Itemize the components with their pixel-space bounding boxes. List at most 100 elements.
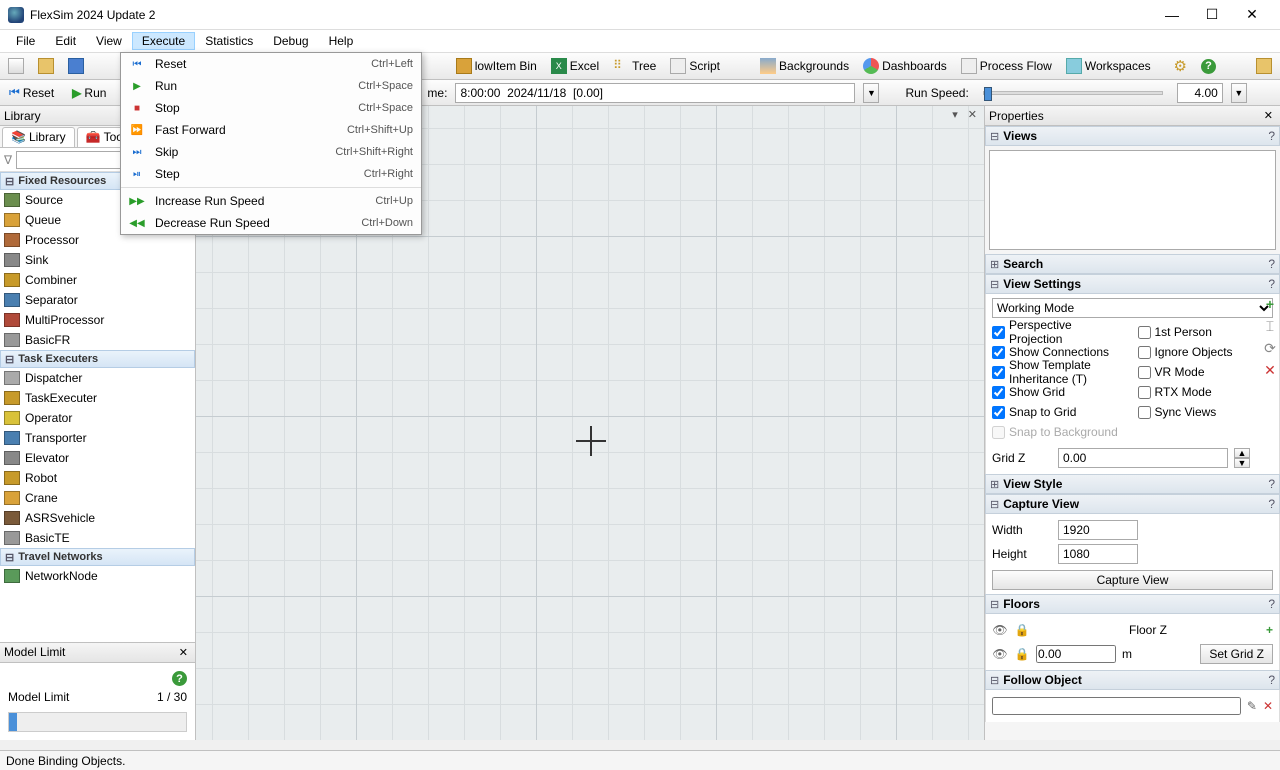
check--st-person[interactable]: 1st Person bbox=[1138, 322, 1274, 342]
clear-follow-icon[interactable]: ✕ bbox=[1263, 699, 1273, 713]
model-limit-label: Model Limit bbox=[8, 690, 69, 704]
check-vr-mode[interactable]: VR Mode bbox=[1138, 362, 1274, 382]
speed-dropdown[interactable]: ▼ bbox=[1231, 83, 1247, 103]
library-item-transporter[interactable]: Transporter bbox=[0, 428, 195, 448]
library-item-robot[interactable]: Robot bbox=[0, 468, 195, 488]
menu-item-increase-run-speed[interactable]: ▶▶Increase Run SpeedCtrl+Up bbox=[121, 190, 421, 212]
workspaces-button[interactable]: Workspaces bbox=[1062, 56, 1155, 76]
working-mode-select[interactable]: Working Mode bbox=[992, 298, 1273, 318]
menu-item-reset[interactable]: ⏮ResetCtrl+Left bbox=[121, 53, 421, 75]
process-flow-button[interactable]: Process Flow bbox=[957, 56, 1056, 76]
viewport-menu[interactable]: ▾ bbox=[949, 108, 961, 121]
close-button[interactable]: ✕ bbox=[1232, 6, 1272, 23]
library-item-multiprocessor[interactable]: MultiProcessor bbox=[0, 310, 195, 330]
script-button[interactable]: Script bbox=[666, 56, 724, 76]
section-follow-object[interactable]: Follow Object? bbox=[985, 670, 1280, 690]
menu-help[interactable]: Help bbox=[319, 32, 364, 50]
help-button[interactable]: ? bbox=[1197, 57, 1220, 76]
views-tool-icon[interactable]: ⌶ bbox=[1262, 318, 1278, 334]
model-limit-close[interactable]: ✕ bbox=[176, 646, 191, 659]
run-button[interactable]: ▶Run bbox=[67, 84, 111, 102]
properties-close[interactable]: ✕ bbox=[1261, 109, 1276, 122]
category-task-executers[interactable]: Task Executers bbox=[0, 350, 195, 368]
model-limit-help[interactable]: ? bbox=[172, 671, 187, 686]
capture-height-input[interactable] bbox=[1058, 544, 1138, 564]
viewport-close[interactable]: ✕ bbox=[965, 108, 980, 121]
run-time-input[interactable] bbox=[455, 83, 855, 103]
dashboards-button[interactable]: Dashboards bbox=[859, 56, 951, 76]
gridz-down[interactable]: ▼ bbox=[1234, 458, 1250, 468]
section-search[interactable]: Search? bbox=[985, 254, 1280, 274]
library-item-operator[interactable]: Operator bbox=[0, 408, 195, 428]
floor-visibility-icon[interactable]: 👁 bbox=[992, 623, 1008, 637]
floor-visibility-icon[interactable]: 👁 bbox=[992, 647, 1008, 661]
menu-statistics[interactable]: Statistics bbox=[195, 32, 263, 50]
library-item-combiner[interactable]: Combiner bbox=[0, 270, 195, 290]
time-dropdown[interactable]: ▼ bbox=[863, 83, 879, 103]
section-floors[interactable]: Floors? bbox=[985, 594, 1280, 614]
menu-view[interactable]: View bbox=[86, 32, 132, 50]
check-perspective-projection[interactable]: Perspective Projection bbox=[992, 322, 1128, 342]
floor-z-input[interactable] bbox=[1036, 645, 1116, 663]
gridz-input[interactable] bbox=[1058, 448, 1228, 468]
library-item-separator[interactable]: Separator bbox=[0, 290, 195, 310]
library-item-basicte[interactable]: BasicTE bbox=[0, 528, 195, 548]
panel-toggle-button[interactable] bbox=[1252, 56, 1276, 76]
library-item-sink[interactable]: Sink bbox=[0, 250, 195, 270]
section-capture-view[interactable]: Capture View? bbox=[985, 494, 1280, 514]
views-refresh-icon[interactable]: ⟳ bbox=[1262, 340, 1278, 356]
tab-library[interactable]: 📚Library bbox=[2, 127, 75, 147]
menu-edit[interactable]: Edit bbox=[45, 32, 86, 50]
section-view-settings[interactable]: View Settings? bbox=[985, 274, 1280, 294]
floor-lock-icon[interactable]: 🔒 bbox=[1014, 647, 1030, 661]
maximize-button[interactable]: ☐ bbox=[1192, 6, 1232, 23]
library-item-basicfr[interactable]: BasicFR bbox=[0, 330, 195, 350]
library-item-crane[interactable]: Crane bbox=[0, 488, 195, 508]
views-list[interactable] bbox=[989, 150, 1276, 250]
section-views[interactable]: Views? bbox=[985, 126, 1280, 146]
capture-view-button[interactable]: Capture View bbox=[992, 570, 1273, 590]
category-travel-networks[interactable]: Travel Networks bbox=[0, 548, 195, 566]
set-grid-z-button[interactable]: Set Grid Z bbox=[1200, 644, 1273, 664]
menu-item-step[interactable]: ⏯StepCtrl+Right bbox=[121, 163, 421, 185]
menu-file[interactable]: File bbox=[6, 32, 45, 50]
follow-object-input[interactable] bbox=[992, 697, 1241, 715]
menu-item-stop[interactable]: ■StopCtrl+Space bbox=[121, 97, 421, 119]
menu-execute[interactable]: Execute bbox=[132, 32, 195, 50]
open-file-button[interactable] bbox=[34, 56, 58, 76]
add-floor-icon[interactable]: + bbox=[1266, 623, 1273, 637]
check-show-template-inheritance-t-[interactable]: Show Template Inheritance (T) bbox=[992, 362, 1128, 382]
check-ignore-objects[interactable]: Ignore Objects bbox=[1138, 342, 1274, 362]
gridz-up[interactable]: ▲ bbox=[1234, 448, 1250, 458]
floor-lock-icon[interactable]: 🔒 bbox=[1014, 623, 1030, 637]
delete-view-icon[interactable]: ✕ bbox=[1262, 362, 1278, 378]
library-item-asrsvehicle[interactable]: ASRSvehicle bbox=[0, 508, 195, 528]
check-snap-to-grid[interactable]: Snap to Grid bbox=[992, 402, 1128, 422]
save-file-button[interactable] bbox=[64, 56, 88, 76]
run-speed-slider[interactable] bbox=[983, 91, 1163, 95]
tree-button[interactable]: ⠿Tree bbox=[609, 56, 660, 76]
reset-button[interactable]: ⏮Reset bbox=[4, 83, 59, 102]
flowitem-bin-button[interactable]: lowItem Bin bbox=[452, 56, 541, 76]
library-item-networknode[interactable]: NetworkNode bbox=[0, 566, 195, 586]
menu-item-decrease-run-speed[interactable]: ◀◀Decrease Run SpeedCtrl+Down bbox=[121, 212, 421, 234]
settings-button[interactable]: ⚙ bbox=[1170, 55, 1191, 77]
check-show-grid[interactable]: Show Grid bbox=[992, 382, 1128, 402]
library-item-taskexecuter[interactable]: TaskExecuter bbox=[0, 388, 195, 408]
library-item-dispatcher[interactable]: Dispatcher bbox=[0, 368, 195, 388]
minimize-button[interactable]: — bbox=[1152, 7, 1192, 23]
backgrounds-button[interactable]: Backgrounds bbox=[756, 56, 853, 76]
menu-item-fast-forward[interactable]: ⏩Fast ForwardCtrl+Shift+Up bbox=[121, 119, 421, 141]
excel-button[interactable]: XExcel bbox=[547, 56, 603, 76]
eyedropper-icon[interactable]: ✎ bbox=[1247, 699, 1257, 713]
capture-width-input[interactable] bbox=[1058, 520, 1138, 540]
library-item-elevator[interactable]: Elevator bbox=[0, 448, 195, 468]
menu-debug[interactable]: Debug bbox=[263, 32, 318, 50]
menu-item-skip[interactable]: ⏭SkipCtrl+Shift+Right bbox=[121, 141, 421, 163]
check-sync-views[interactable]: Sync Views bbox=[1138, 402, 1274, 422]
new-file-button[interactable] bbox=[4, 56, 28, 76]
check-rtx-mode[interactable]: RTX Mode bbox=[1138, 382, 1274, 402]
menu-item-run[interactable]: ▶RunCtrl+Space bbox=[121, 75, 421, 97]
add-view-icon[interactable]: + bbox=[1262, 296, 1278, 312]
section-view-style[interactable]: View Style? bbox=[985, 474, 1280, 494]
